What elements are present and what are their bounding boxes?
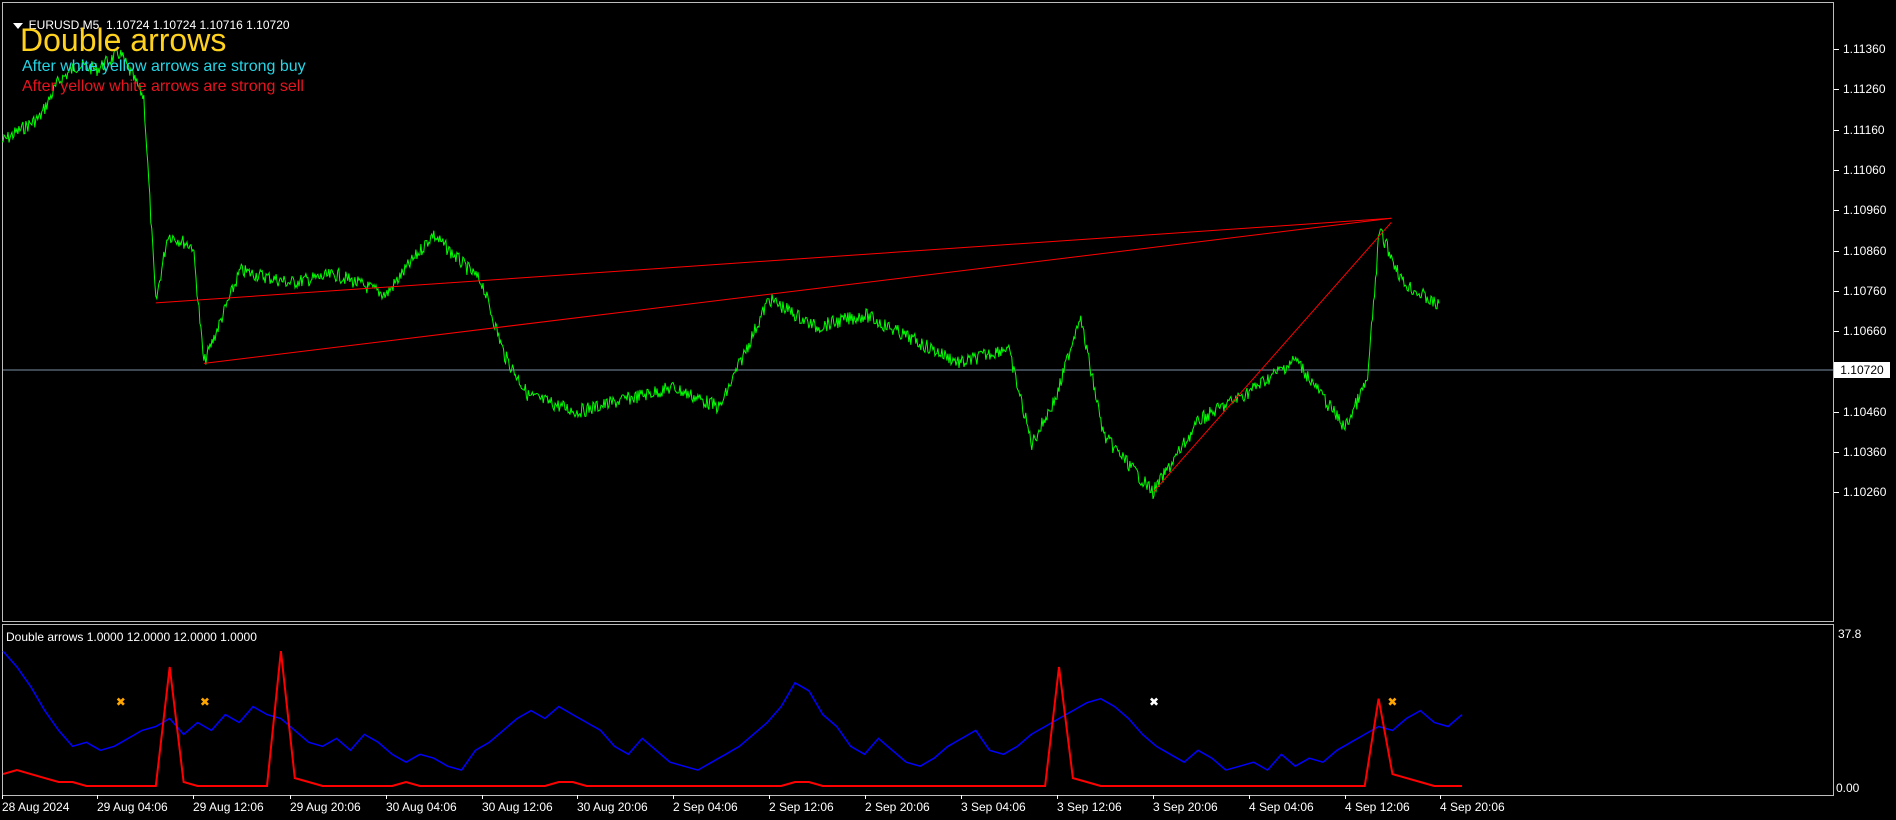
price-tick: 1.11160 bbox=[1834, 122, 1885, 137]
indicator-main-line bbox=[2, 650, 1463, 772]
time-tick: 30 Aug 04:06 bbox=[386, 795, 457, 814]
time-tick: 4 Sep 04:06 bbox=[1249, 795, 1314, 814]
price-tick: 1.10660 bbox=[1833, 324, 1887, 339]
overlay-buy-text: After white yellow arrows are strong buy bbox=[22, 58, 306, 75]
price-tick: 1.11360 bbox=[1834, 42, 1886, 56]
time-tick: 28 Aug 2024 bbox=[2, 795, 70, 814]
signal-arrow-icon: ✖ bbox=[116, 695, 126, 709]
signal-arrow-icon: ✖ bbox=[1387, 695, 1397, 709]
indicator-label: Double arrows 1.0000 12.0000 12.0000 1.0… bbox=[6, 630, 257, 644]
chart-canvas[interactable]: ✖ ✖ ✖ ✖ bbox=[0, 0, 1896, 820]
time-tick: 2 Sep 04:06 bbox=[673, 795, 738, 814]
time-tick: 4 Sep 12:06 bbox=[1345, 795, 1410, 814]
overlay-title: Double arrows bbox=[20, 22, 227, 58]
signal-arrow-icon: ✖ bbox=[200, 695, 210, 709]
time-tick: 29 Aug 20:06 bbox=[290, 795, 361, 814]
trend-line bbox=[1152, 221, 1392, 493]
time-tick: 3 Sep 12:06 bbox=[1057, 795, 1122, 814]
price-tick: 1.10860 bbox=[1833, 243, 1887, 258]
price-series-line bbox=[1, 46, 1440, 500]
indicator-zero-label: 0.00 bbox=[1836, 781, 1860, 795]
price-tick: 1.10760 bbox=[1833, 283, 1887, 298]
time-tick: 4 Sep 20:06 bbox=[1440, 795, 1505, 814]
time-tick: 3 Sep 04:06 bbox=[961, 795, 1026, 814]
price-tick: 1.11260 bbox=[1834, 82, 1886, 97]
time-tick: 29 Aug 12:06 bbox=[193, 795, 264, 814]
signal-arrow-icon: ✖ bbox=[1149, 695, 1159, 709]
price-tick: 1.11060 bbox=[1834, 162, 1886, 177]
overlay-sell-text: After yellow white arrows are strong sel… bbox=[22, 78, 304, 95]
time-tick: 2 Sep 20:06 bbox=[865, 795, 930, 814]
indicator-max-label: 37.8 bbox=[1838, 627, 1862, 641]
time-tick: 2 Sep 12:06 bbox=[769, 795, 834, 814]
price-tick: 1.10460 bbox=[1833, 404, 1887, 419]
time-tick: 30 Aug 12:06 bbox=[482, 795, 553, 814]
time-tick: 29 Aug 04:06 bbox=[97, 795, 168, 814]
trend-line bbox=[203, 217, 1392, 364]
time-tick: 30 Aug 20:06 bbox=[577, 795, 648, 814]
current-price-tag: 1.10720 bbox=[1834, 362, 1890, 378]
price-tick: 1.10960 bbox=[1833, 203, 1887, 218]
price-tick: 1.10260 bbox=[1833, 485, 1887, 500]
trend-line bbox=[155, 217, 1392, 304]
time-tick: 3 Sep 20:06 bbox=[1153, 795, 1218, 814]
price-tick: 1.10360 bbox=[1833, 445, 1887, 459]
